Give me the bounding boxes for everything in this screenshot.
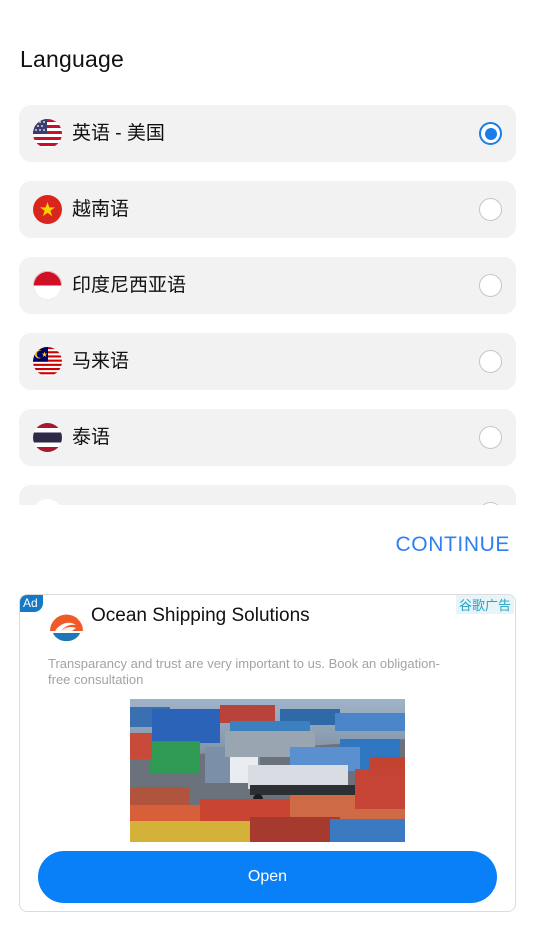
ad-badge: Ad (20, 595, 43, 612)
language-item-thai[interactable]: 泰语 (19, 409, 516, 466)
page-title: Language (20, 46, 124, 72)
language-item-malay[interactable]: 马来语 (19, 333, 516, 390)
company-logo-icon (48, 609, 85, 646)
open-button[interactable]: Open (38, 851, 497, 903)
language-item-english-us[interactable]: 英语 - 美国 (19, 105, 516, 162)
ad-headline[interactable]: Ocean Shipping Solutions (91, 605, 310, 627)
vietnam-flag-icon (33, 195, 62, 224)
language-label: 泰语 (72, 427, 111, 448)
language-item-vietnamese[interactable]: 越南语 (19, 181, 516, 238)
language-label: 印度尼西亚语 (72, 275, 187, 296)
language-radio[interactable] (479, 274, 502, 297)
thailand-flag-icon (33, 423, 62, 452)
language-item-partial[interactable] (19, 485, 516, 505)
language-radio[interactable] (479, 502, 502, 505)
continue-button[interactable]: CONTINUE (396, 533, 510, 557)
language-radio-selected[interactable] (479, 122, 502, 145)
ad-body-text: Transparancy and trust are very importan… (48, 656, 440, 687)
language-radio[interactable] (479, 426, 502, 449)
language-label: 马来语 (72, 351, 130, 372)
malaysia-flag-icon (33, 347, 62, 376)
language-label: 越南语 (72, 199, 130, 220)
shipping-containers-image[interactable] (130, 699, 405, 842)
language-item-indonesian[interactable]: 印度尼西亚语 (19, 257, 516, 314)
ad-banner[interactable]: Ad 谷歌广告 Ocean Shipping Solutions Transpa… (19, 594, 516, 912)
language-label: 英语 - 美国 (72, 123, 165, 144)
language-radio[interactable] (479, 350, 502, 373)
language-radio[interactable] (479, 198, 502, 221)
flag-icon (33, 499, 62, 505)
ad-choices-label[interactable]: 谷歌广告 (455, 595, 514, 614)
us-flag-icon (33, 119, 62, 148)
indonesia-flag-icon (33, 271, 62, 300)
language-list[interactable]: 英语 - 美国 越南语 印度尼西亚语 马来语 泰语 (19, 105, 516, 505)
